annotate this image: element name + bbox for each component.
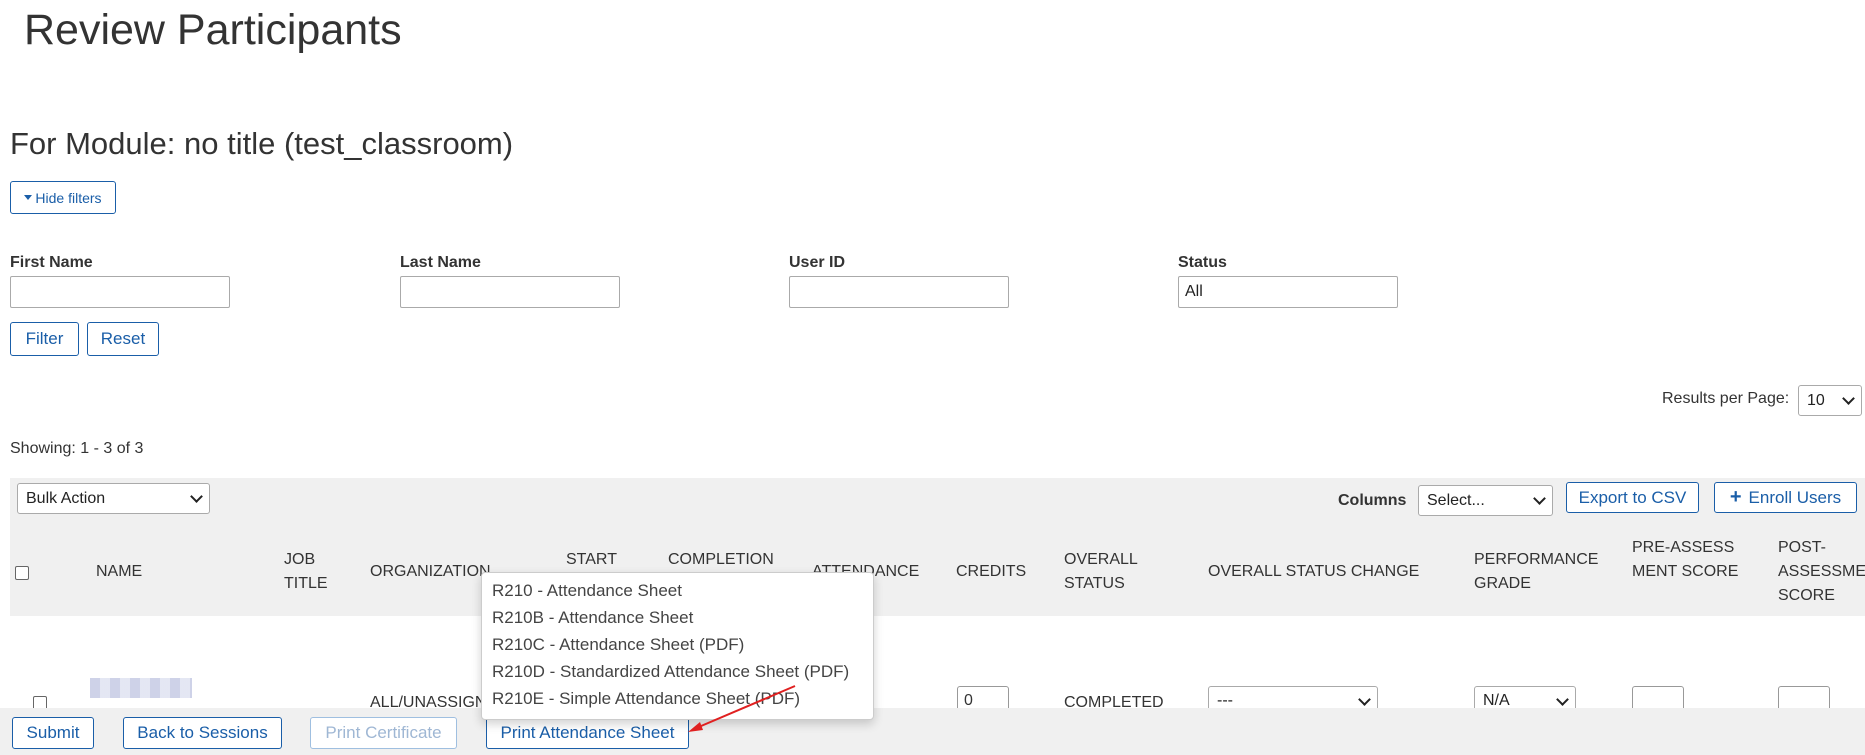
- first-name-input[interactable]: [10, 276, 230, 308]
- columns-label: Columns: [1338, 492, 1407, 509]
- page-title: Review Participants: [24, 6, 402, 54]
- menu-item-r210d[interactable]: R210D - Standardized Attendance Sheet (P…: [492, 662, 849, 682]
- column-header-completion[interactable]: COMPLETION: [668, 548, 774, 572]
- status-select[interactable]: All: [1178, 276, 1398, 308]
- annotation-arrow-icon: [688, 685, 796, 732]
- last-name-label: Last Name: [400, 254, 481, 271]
- results-per-page-select[interactable]: 10: [1798, 385, 1862, 416]
- redacted-name: [90, 678, 192, 698]
- enroll-users-label: Enroll Users: [1748, 487, 1842, 507]
- column-header-credits[interactable]: CREDITS: [956, 560, 1026, 584]
- column-header-performance-grade[interactable]: PERFORMANCE GRADE: [1474, 548, 1599, 596]
- results-per-page-value: 10: [1807, 391, 1825, 409]
- plus-icon: +: [1729, 486, 1742, 508]
- reset-button[interactable]: Reset: [87, 322, 159, 356]
- menu-item-r210e[interactable]: R210E - Simple Attendance Sheet (PDF): [492, 689, 800, 709]
- export-csv-button[interactable]: Export to CSV: [1566, 482, 1699, 513]
- bulk-action-value: Bulk Action: [26, 489, 106, 507]
- column-header-overall-status-change[interactable]: OVERALL STATUS CHANGE: [1208, 560, 1419, 584]
- column-header-overall-status[interactable]: OVERALL STATUS: [1064, 548, 1149, 596]
- chevron-down-icon: [1556, 692, 1569, 706]
- column-header-post-assessment-score[interactable]: POST-ASSESSMENT SCORE: [1778, 536, 1865, 608]
- caret-down-icon: [24, 195, 33, 200]
- hide-filters-button[interactable]: Hide filters: [10, 181, 116, 214]
- column-header-pre-assessment-score[interactable]: PRE-ASSESSMENT SCORE: [1632, 536, 1747, 584]
- bulk-action-select[interactable]: Bulk Action: [17, 483, 210, 514]
- enroll-users-button[interactable]: + Enroll Users: [1714, 482, 1857, 513]
- print-certificate-button[interactable]: Print Certificate: [310, 717, 457, 749]
- module-subtitle: For Module: no title (test_classroom): [10, 126, 514, 161]
- column-header-name[interactable]: NAME: [96, 560, 142, 584]
- column-header-organization[interactable]: ORGANIZATION: [370, 560, 491, 584]
- column-header-start[interactable]: START: [566, 548, 617, 572]
- select-all-checkbox[interactable]: [15, 566, 29, 580]
- columns-select[interactable]: Select...: [1418, 485, 1553, 516]
- chevron-down-icon: [1358, 692, 1371, 706]
- menu-item-r210c[interactable]: R210C - Attendance Sheet (PDF): [492, 635, 744, 655]
- first-name-label: First Name: [10, 254, 93, 271]
- hide-filters-label: Hide filters: [35, 189, 102, 206]
- filter-button[interactable]: Filter: [10, 322, 79, 356]
- menu-item-r210b[interactable]: R210B - Attendance Sheet: [492, 608, 693, 628]
- back-to-sessions-button[interactable]: Back to Sessions: [123, 717, 282, 749]
- chevron-down-icon: [1842, 392, 1855, 405]
- post-assessment-header-text: POST-ASSESSMENT SCORE: [1778, 539, 1865, 604]
- showing-count: Showing: 1 - 3 of 3: [10, 440, 144, 457]
- chevron-down-icon: [1533, 492, 1546, 505]
- menu-item-r210[interactable]: R210 - Attendance Sheet: [492, 581, 682, 601]
- pre-assessment-header-text: PRE-ASSESSMENT SCORE: [1632, 539, 1739, 580]
- user-id-label: User ID: [789, 254, 846, 271]
- submit-button[interactable]: Submit: [12, 717, 94, 749]
- attendance-sheet-menu: R210 - Attendance Sheet R210B - Attendan…: [481, 572, 874, 720]
- print-attendance-sheet-button[interactable]: Print Attendance Sheet: [486, 717, 689, 749]
- results-per-page-label: Results per Page:: [1662, 390, 1790, 407]
- status-label: Status: [1178, 254, 1227, 271]
- last-name-input[interactable]: [400, 276, 620, 308]
- column-header-job-title[interactable]: JOB TITLE: [284, 548, 339, 596]
- chevron-down-icon: [190, 490, 203, 503]
- user-id-input[interactable]: [789, 276, 1009, 308]
- columns-select-value: Select...: [1427, 491, 1485, 509]
